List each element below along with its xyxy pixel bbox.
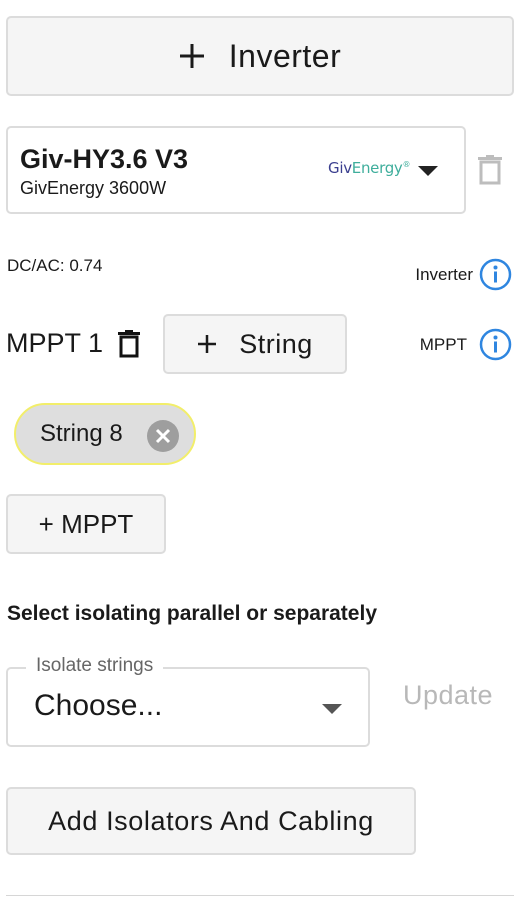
delete-mppt-icon[interactable]	[117, 330, 141, 363]
inverter-info-label: Inverter	[415, 264, 473, 284]
mppt-info-label: MPPT	[419, 334, 467, 354]
divider	[6, 895, 514, 896]
delete-inverter-icon[interactable]	[477, 155, 503, 190]
add-string-button[interactable]: String	[163, 314, 347, 374]
plus-icon	[179, 43, 205, 69]
dc-ac-ratio: DC/AC: 0.74	[7, 256, 103, 275]
isolation-heading: Select isolating parallel or separately	[7, 602, 377, 625]
string-chip[interactable]: String 8	[14, 403, 196, 465]
inverter-select[interactable]: Giv-HY3.6 V3 GivEnergy 3600W GivEnergy®	[6, 126, 466, 214]
add-inverter-button[interactable]: Inverter	[6, 16, 514, 96]
inverter-model: Giv-HY3.6 V3	[20, 144, 189, 174]
inverter-subtitle: GivEnergy 3600W	[20, 178, 167, 198]
add-string-label: String	[239, 328, 313, 359]
select-legend: Isolate strings	[26, 655, 164, 677]
string-chip-label: String 8	[40, 420, 123, 447]
update-button[interactable]: Update	[403, 680, 493, 711]
inverter-info: Inverter	[415, 258, 512, 291]
remove-string-icon[interactable]	[146, 419, 180, 453]
plus-icon	[197, 334, 217, 354]
mppt-info: MPPT	[420, 328, 512, 361]
info-icon[interactable]	[479, 258, 512, 291]
chevron-down-icon[interactable]	[418, 166, 438, 176]
isolate-strings-select[interactable]: Isolate strings Choose...	[6, 655, 370, 747]
caret-down-icon	[322, 704, 342, 714]
add-isolators-button[interactable]: Add Isolators And Cabling	[6, 787, 416, 855]
add-mppt-button[interactable]: + MPPT	[6, 494, 166, 554]
mppt-name: MPPT 1	[6, 328, 104, 358]
info-icon[interactable]	[479, 328, 512, 361]
add-inverter-label: Inverter	[228, 37, 342, 74]
givenergy-logo: GivEnergy®	[328, 159, 411, 177]
select-value: Choose...	[34, 689, 163, 722]
